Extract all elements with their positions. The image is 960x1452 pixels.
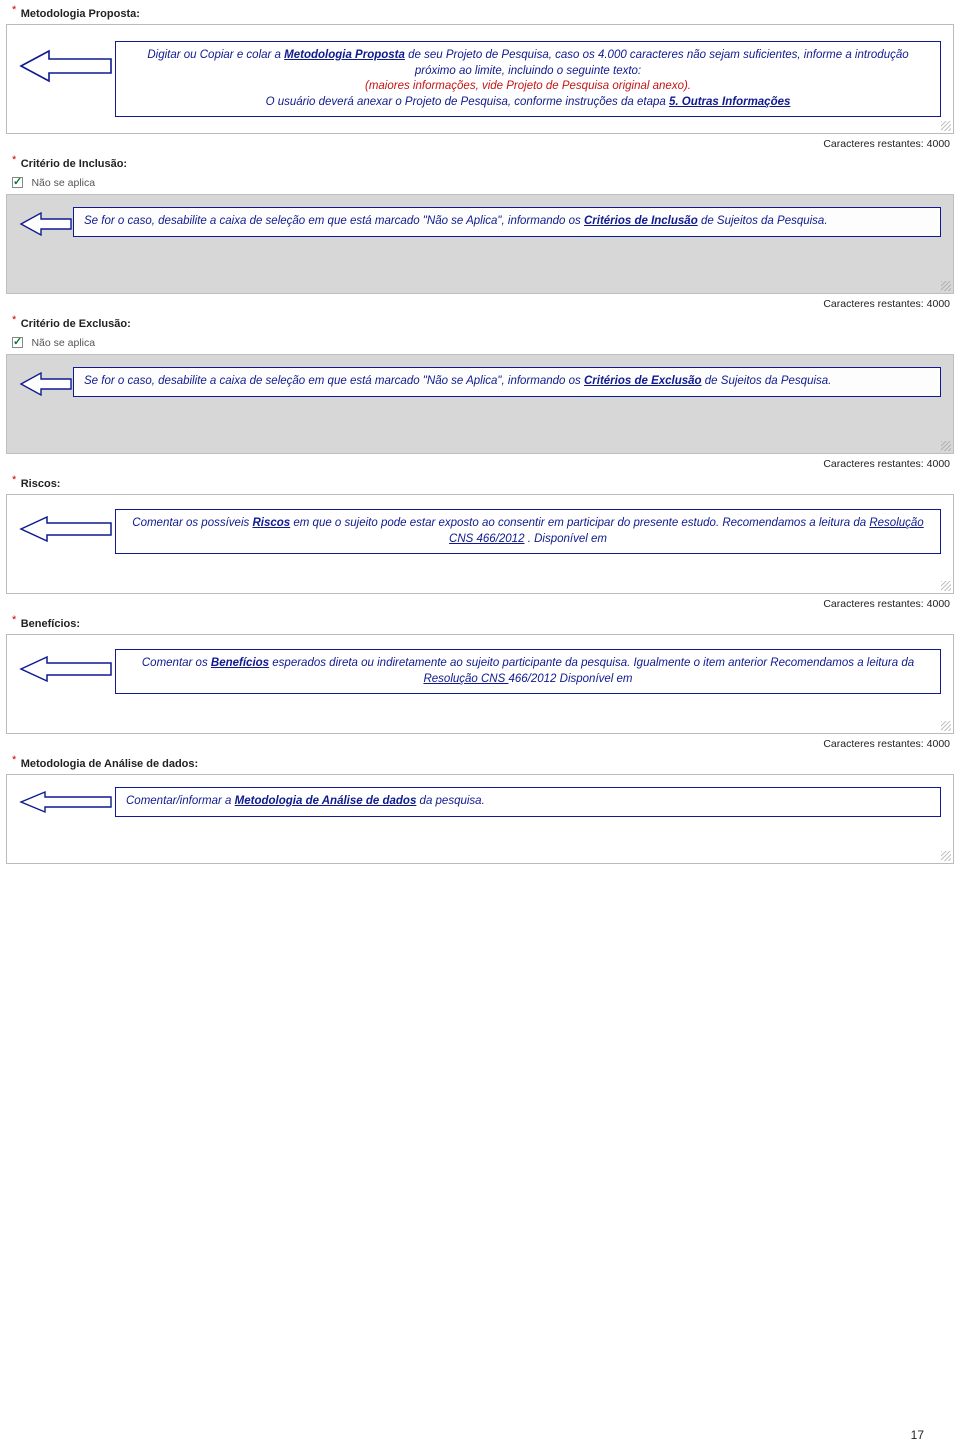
section-metodologia-proposta: * Metodologia Proposta: Digitar ou Copia… bbox=[6, 4, 954, 150]
textarea-beneficios[interactable]: Comentar os Benefícios esperados direta … bbox=[6, 634, 954, 734]
field-label-row: * Metodologia Proposta: bbox=[12, 4, 954, 22]
arrow-left-icon bbox=[19, 649, 115, 689]
required-asterisk: * bbox=[12, 614, 16, 626]
field-label-row: * Benefícios: bbox=[12, 614, 954, 632]
note-text: Se for o caso, desabilite a caixa de sel… bbox=[84, 215, 584, 227]
section-metodologia-analise: * Metodologia de Análise de dados: Comen… bbox=[6, 754, 954, 864]
section-criterio-exclusao: * Critério de Exclusão: Não se aplica Se… bbox=[6, 314, 954, 470]
section-criterio-inclusao: * Critério de Inclusão: Não se aplica Se… bbox=[6, 154, 954, 310]
field-label-row: * Metodologia de Análise de dados: bbox=[12, 754, 954, 772]
note-text: da pesquisa. bbox=[420, 795, 485, 807]
note-text: em que o sujeito pode estar exposto ao c… bbox=[293, 517, 869, 529]
textarea-criterio-inclusao: Se for o caso, desabilite a caixa de sel… bbox=[6, 194, 954, 294]
callout-criterio-exclusao: Se for o caso, desabilite a caixa de sel… bbox=[19, 367, 941, 401]
resize-grip-icon[interactable] bbox=[941, 721, 951, 731]
note-text: de seu Projeto de Pesquisa, caso os 4.00… bbox=[408, 49, 909, 77]
note-text-underline: Critérios de Inclusão bbox=[584, 215, 698, 227]
note-box: Se for o caso, desabilite a caixa de sel… bbox=[73, 367, 941, 397]
arrow-left-icon bbox=[19, 207, 73, 241]
callout-beneficios: Comentar os Benefícios esperados direta … bbox=[19, 649, 941, 694]
note-text-underline: Critérios de Exclusão bbox=[584, 375, 702, 387]
resize-grip-icon bbox=[941, 441, 951, 451]
checkbox-row: Não se aplica bbox=[12, 174, 954, 192]
field-label-row: * Critério de Exclusão: bbox=[12, 314, 954, 332]
note-text-underline: Riscos bbox=[252, 517, 290, 529]
textarea-criterio-exclusao: Se for o caso, desabilite a caixa de sel… bbox=[6, 354, 954, 454]
note-text: Comentar os bbox=[142, 657, 211, 669]
label-beneficios: Benefícios: bbox=[21, 618, 80, 630]
resize-grip-icon[interactable] bbox=[941, 121, 951, 131]
label-metodologia-analise: Metodologia de Análise de dados: bbox=[21, 758, 198, 770]
checkbox-label: Não se aplica bbox=[31, 177, 95, 189]
label-riscos: Riscos: bbox=[21, 478, 61, 490]
resize-grip-icon[interactable] bbox=[941, 581, 951, 591]
resize-grip-icon[interactable] bbox=[941, 851, 951, 861]
note-text: Comentar os possíveis bbox=[132, 517, 252, 529]
note-text: O usuário deverá anexar o Projeto de Pes… bbox=[266, 96, 669, 108]
textarea-metodologia-proposta[interactable]: Digitar ou Copiar e colar a Metodologia … bbox=[6, 24, 954, 134]
checkbox-nao-se-aplica-inclusao[interactable] bbox=[12, 177, 23, 188]
callout-metodologia-analise: Comentar/informar a Metodologia de Análi… bbox=[19, 787, 941, 817]
note-text-underline: Resolução CNS bbox=[423, 673, 508, 685]
note-text: . Disponível em bbox=[528, 533, 607, 545]
note-box: Comentar os Benefícios esperados direta … bbox=[115, 649, 941, 694]
section-riscos: * Riscos: Comentar os possíveis Riscos e… bbox=[6, 474, 954, 610]
required-asterisk: * bbox=[12, 154, 16, 166]
required-asterisk: * bbox=[12, 474, 16, 486]
arrow-left-icon bbox=[19, 509, 115, 549]
required-asterisk: * bbox=[12, 314, 16, 326]
callout-criterio-inclusao: Se for o caso, desabilite a caixa de sel… bbox=[19, 207, 941, 241]
note-text: 466/2012 Disponível em bbox=[508, 673, 632, 685]
note-text: Se for o caso, desabilite a caixa de sel… bbox=[84, 375, 584, 387]
checkbox-row: Não se aplica bbox=[12, 334, 954, 352]
char-counter: Caracteres restantes: 4000 bbox=[6, 738, 950, 750]
label-criterio-inclusao: Critério de Inclusão: bbox=[21, 158, 127, 170]
callout-metodologia-proposta: Digitar ou Copiar e colar a Metodologia … bbox=[19, 41, 941, 117]
char-counter: Caracteres restantes: 4000 bbox=[6, 298, 950, 310]
note-text-red: (maiores informações, vide Projeto de Pe… bbox=[365, 80, 691, 92]
required-asterisk: * bbox=[12, 754, 16, 766]
char-counter: Caracteres restantes: 4000 bbox=[6, 138, 950, 150]
note-text: Digitar ou Copiar e colar a bbox=[147, 49, 284, 61]
field-label-row: * Riscos: bbox=[12, 474, 954, 492]
textarea-metodologia-analise[interactable]: Comentar/informar a Metodologia de Análi… bbox=[6, 774, 954, 864]
note-box: Digitar ou Copiar e colar a Metodologia … bbox=[115, 41, 941, 117]
label-criterio-exclusao: Critério de Exclusão: bbox=[21, 318, 131, 330]
arrow-left-icon bbox=[19, 41, 115, 91]
checkbox-label: Não se aplica bbox=[31, 337, 95, 349]
arrow-left-icon bbox=[19, 787, 115, 817]
note-text-underline: Metodologia de Análise de dados bbox=[235, 795, 417, 807]
note-text: esperados direta ou indiretamente ao suj… bbox=[272, 657, 914, 669]
note-box: Comentar/informar a Metodologia de Análi… bbox=[115, 787, 941, 817]
arrow-left-icon bbox=[19, 367, 73, 401]
textarea-riscos[interactable]: Comentar os possíveis Riscos em que o su… bbox=[6, 494, 954, 594]
field-label-row: * Critério de Inclusão: bbox=[12, 154, 954, 172]
required-asterisk: * bbox=[12, 4, 16, 16]
note-box: Comentar os possíveis Riscos em que o su… bbox=[115, 509, 941, 554]
note-text-underline: 5. Outras Informações bbox=[669, 96, 790, 108]
note-text-underline: Benefícios bbox=[211, 657, 269, 669]
page-number: 17 bbox=[911, 1428, 924, 1442]
note-text: Comentar/informar a bbox=[126, 795, 235, 807]
resize-grip-icon bbox=[941, 281, 951, 291]
checkbox-nao-se-aplica-exclusao[interactable] bbox=[12, 337, 23, 348]
note-text-underline: Metodologia Proposta bbox=[284, 49, 405, 61]
char-counter: Caracteres restantes: 4000 bbox=[6, 598, 950, 610]
note-box: Se for o caso, desabilite a caixa de sel… bbox=[73, 207, 941, 237]
label-metodologia-proposta: Metodologia Proposta: bbox=[21, 8, 140, 20]
note-text: de Sujeitos da Pesquisa. bbox=[705, 375, 832, 387]
section-beneficios: * Benefícios: Comentar os Benefícios esp… bbox=[6, 614, 954, 750]
note-text: de Sujeitos da Pesquisa. bbox=[701, 215, 828, 227]
callout-riscos: Comentar os possíveis Riscos em que o su… bbox=[19, 509, 941, 554]
char-counter: Caracteres restantes: 4000 bbox=[6, 458, 950, 470]
